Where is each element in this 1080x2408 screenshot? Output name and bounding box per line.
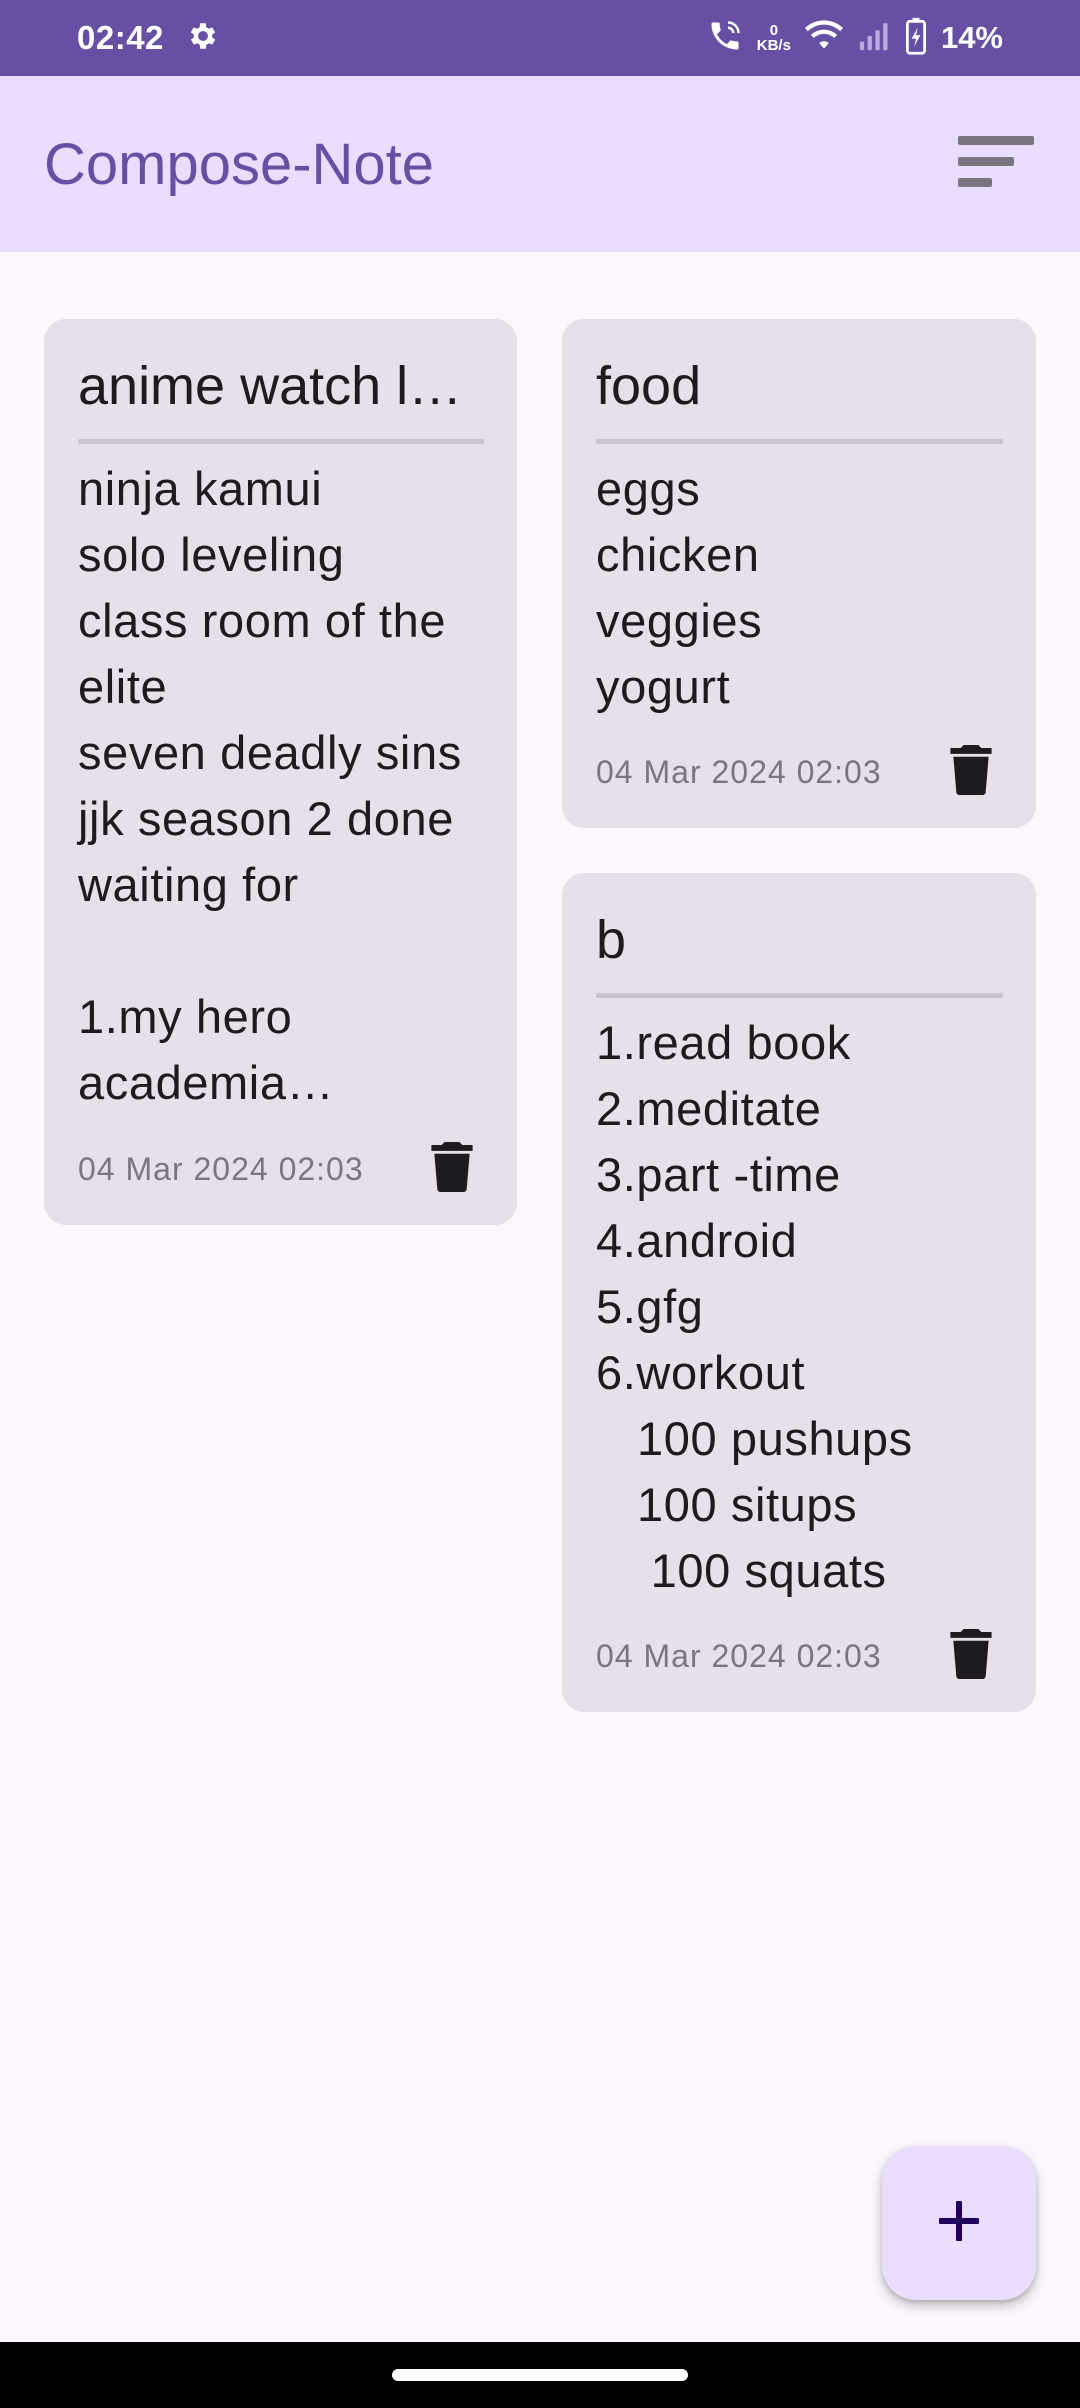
data-rate-unit: KB/s [756, 37, 791, 54]
sort-icon [958, 135, 1034, 193]
home-gesture-pill[interactable] [392, 2369, 688, 2381]
data-rate-value: 0 [769, 22, 779, 39]
note-footer: 04 Mar 2024 02:03 [596, 740, 1003, 804]
note-footer: 04 Mar 2024 02:03 [596, 1624, 1003, 1688]
note-date: 04 Mar 2024 02:03 [596, 753, 882, 790]
sort-button[interactable] [956, 124, 1036, 204]
navigation-bar [0, 2342, 1080, 2408]
note-date: 04 Mar 2024 02:03 [596, 1637, 882, 1674]
note-title: anime watch l… [78, 356, 463, 416]
settings-gear-icon [186, 19, 220, 58]
trash-icon [950, 1628, 992, 1684]
note-footer: 04 Mar 2024 02:03 [78, 1137, 484, 1201]
data-rate: 0 KB/s [757, 23, 791, 53]
note-body: 1.read book 2.meditate 3.part -time 4.an… [596, 1016, 913, 1597]
note-title: food [596, 356, 702, 416]
trash-icon [431, 1141, 473, 1197]
delete-button[interactable] [939, 740, 1003, 804]
wifi-icon [804, 19, 843, 58]
add-note-button[interactable] [882, 2146, 1036, 2300]
note-date: 04 Mar 2024 02:03 [78, 1150, 364, 1187]
status-time: 02:42 [77, 19, 164, 56]
note-card[interactable]: b 1.read book 2.meditate 3.part -time 4.… [562, 873, 1036, 1712]
note-divider [596, 993, 1003, 998]
app-title: Compose-Note [44, 131, 435, 197]
plus-icon [937, 2199, 981, 2248]
note-card[interactable]: anime watch l… ninja kamui solo leveling… [44, 319, 517, 1225]
note-divider [596, 439, 1003, 444]
status-bar: 02:42 0 KB/s 14% [0, 0, 1080, 76]
app-bar: Compose-Note [0, 76, 1080, 252]
note-body: ninja kamui solo leveling class room of … [78, 462, 462, 1109]
note-body: eggs chicken veggies yogurt [596, 462, 763, 713]
delete-button[interactable] [939, 1624, 1003, 1688]
battery-percent: 14% [940, 20, 1003, 55]
note-title: b [596, 910, 627, 970]
battery-charging-icon [905, 17, 927, 60]
delete-button[interactable] [420, 1137, 484, 1201]
note-card[interactable]: food eggs chicken veggies yogurt 04 Mar … [562, 319, 1036, 828]
trash-icon [950, 744, 992, 800]
note-divider [78, 439, 484, 444]
signal-icon [857, 19, 891, 58]
wifi-call-icon [707, 18, 743, 59]
